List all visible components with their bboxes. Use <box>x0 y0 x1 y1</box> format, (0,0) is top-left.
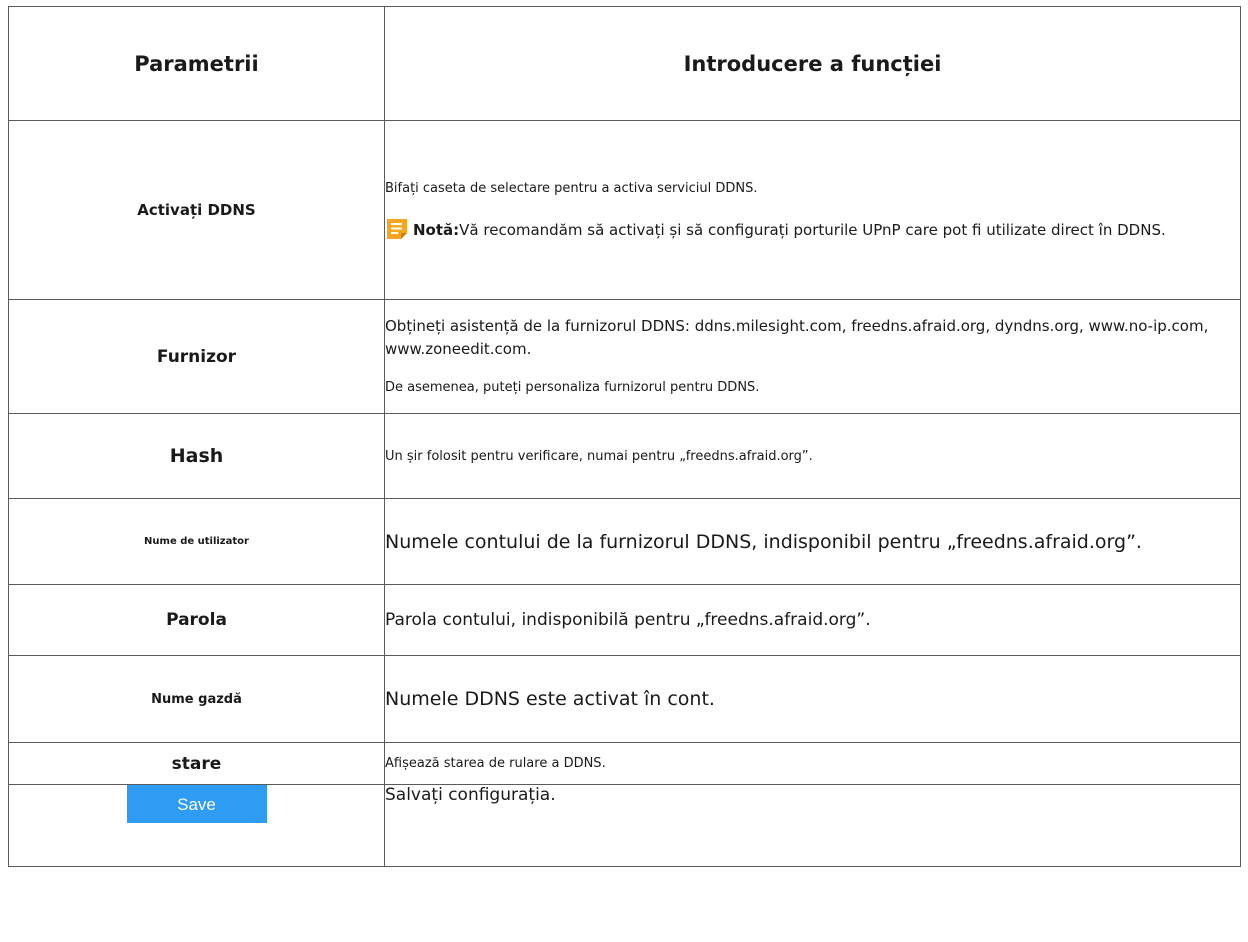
note-label: Notă: <box>413 220 460 239</box>
param-name: Nume gazdă <box>8 655 385 743</box>
description-text: Obțineți asistență de la furnizorul DDNS… <box>385 317 1209 358</box>
param-description: Afișează starea de rulare a DDNS. <box>384 742 1241 785</box>
param-name: Activați DDNS <box>8 120 385 300</box>
param-name: stare <box>8 742 385 785</box>
description-text: Bifați caseta de selectare pentru a acti… <box>385 181 758 196</box>
param-description: Salvați configurația. <box>384 784 1241 867</box>
param-name: Hash <box>8 413 385 499</box>
table-header-row: Parametrii Introducere a funcției <box>8 6 1241 121</box>
param-description: Numele contului de la furnizorul DDNS, i… <box>384 498 1241 585</box>
param-name: Nume de utilizator <box>8 498 385 585</box>
table-row: Nume gazdă Numele DDNS este activat în c… <box>8 655 1241 743</box>
table-row: Nume de utilizator Numele contului de la… <box>8 498 1241 585</box>
note-block: Notă:Vă recomandăm să activați și să con… <box>385 217 1240 242</box>
note-icon <box>387 218 407 239</box>
param-description: Obțineți asistență de la furnizorul DDNS… <box>384 299 1241 414</box>
param-description: Parola contului, indisponibilă pentru „f… <box>384 584 1241 656</box>
header-parameters: Parametrii <box>8 6 385 121</box>
parameters-table: Parametrii Introducere a funcției Activa… <box>8 6 1241 867</box>
param-description: Numele DDNS este activat în cont. <box>384 655 1241 743</box>
table-row: Hash Un șir folosit pentru verificare, n… <box>8 413 1241 499</box>
header-function-intro: Introducere a funcției <box>384 6 1241 121</box>
table-row: Furnizor Obțineți asistență de la furniz… <box>8 299 1241 414</box>
note-text: Vă recomandăm să activați și să configur… <box>459 220 1166 239</box>
param-description: Bifați caseta de selectare pentru a acti… <box>384 120 1241 300</box>
save-button[interactable]: Save <box>126 785 267 823</box>
description-text: De asemenea, puteți personaliza furnizor… <box>385 380 760 396</box>
table-row: Activați DDNS Bifați caseta de selectare… <box>8 120 1241 300</box>
table-row: Parola Parola contului, indisponibilă pe… <box>8 584 1241 656</box>
table-row: stare Afișează starea de rulare a DDNS. <box>8 742 1241 785</box>
table-row: Save Salvați configurația. <box>8 784 1241 867</box>
param-description: Un șir folosit pentru verificare, numai … <box>384 413 1241 499</box>
save-button-cell: Save <box>8 784 385 867</box>
param-name: Furnizor <box>8 299 385 414</box>
param-name: Parola <box>8 584 385 656</box>
